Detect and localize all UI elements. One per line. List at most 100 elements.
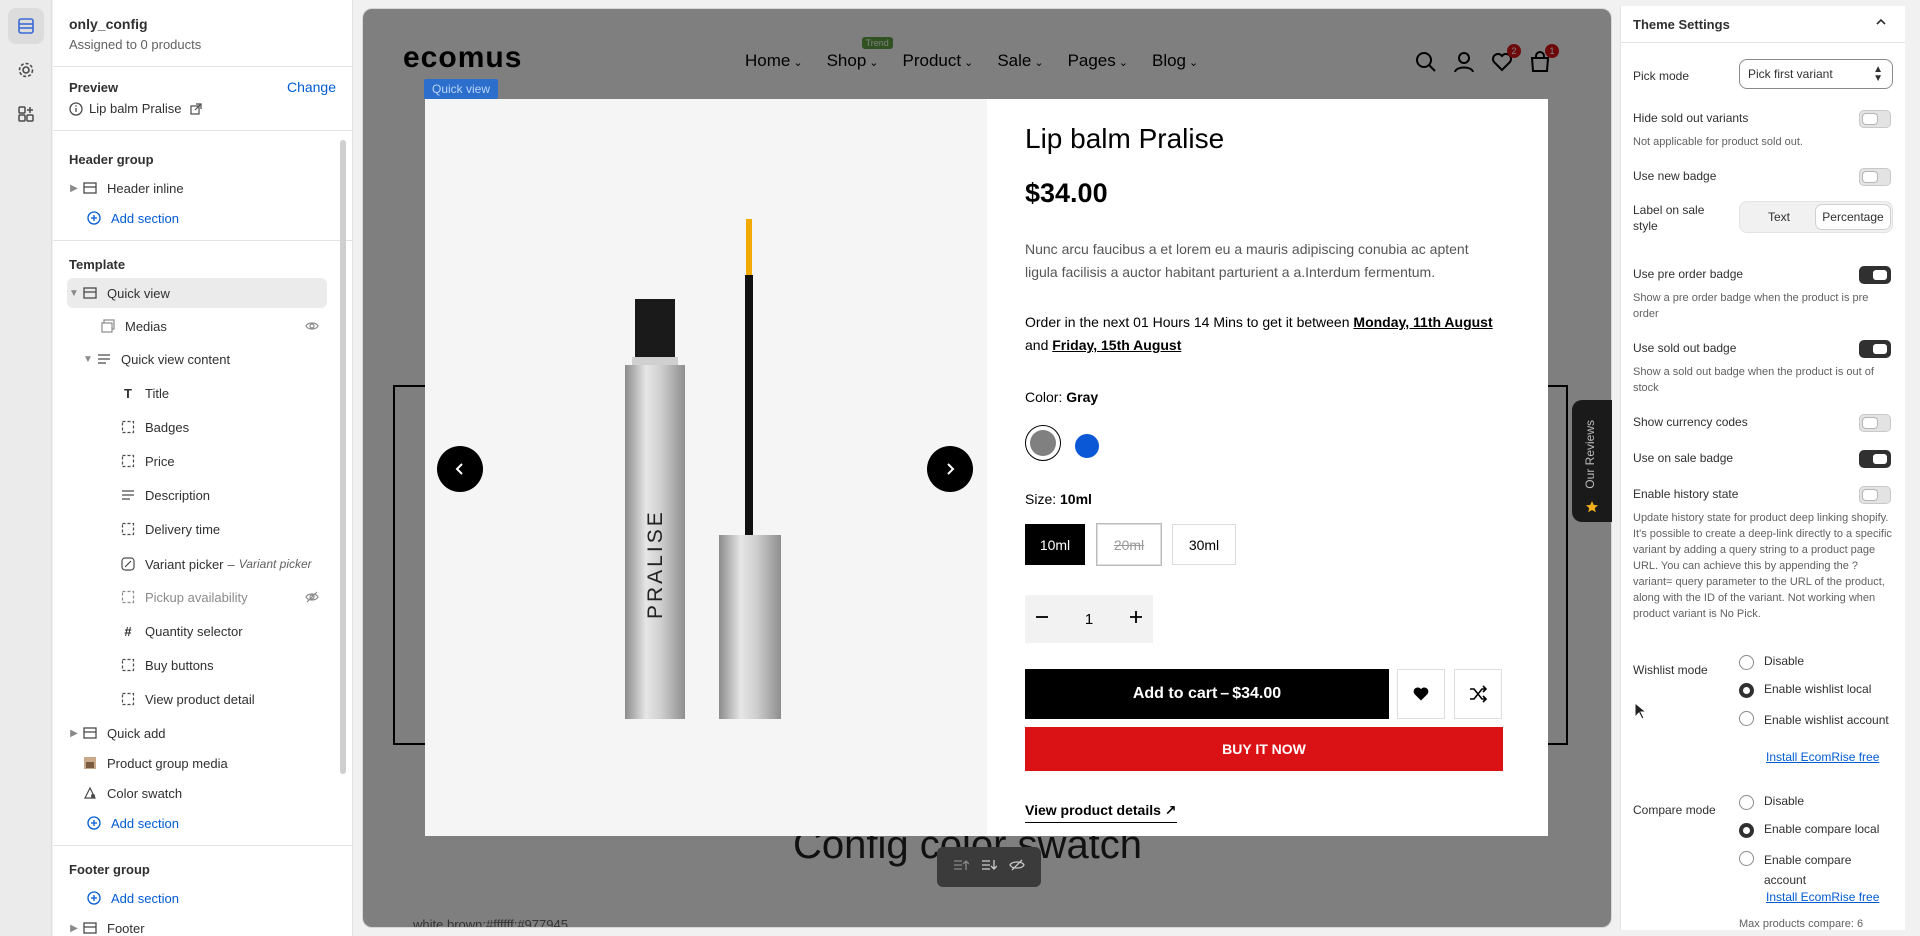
gear-icon[interactable] — [8, 52, 44, 88]
delivery-and: and — [1025, 337, 1049, 353]
block-badges[interactable]: Badges — [119, 412, 327, 442]
scrollbar[interactable] — [340, 140, 346, 774]
block-label: Medias — [125, 318, 167, 334]
chevron-up-icon[interactable] — [1875, 16, 1887, 28]
external-link-icon[interactable] — [189, 102, 202, 115]
preview-label: Preview — [69, 80, 119, 95]
seg-text-option[interactable]: Text — [1744, 205, 1814, 229]
radio-dot — [1739, 851, 1754, 866]
block-variant-picker[interactable]: Variant picker – Variant picker — [119, 549, 327, 579]
wishlist-local-radio[interactable]: Enable wishlist local — [1739, 682, 1871, 698]
plus-circle-icon — [85, 211, 103, 225]
block-quantity-selector[interactable]: # Quantity selector — [119, 616, 327, 646]
add-section-button[interactable]: Add section — [85, 808, 345, 838]
move-up-icon[interactable] — [953, 858, 970, 877]
size-option-20ml[interactable]: 20ml — [1096, 523, 1162, 566]
add-section-button[interactable]: Add section — [85, 203, 345, 233]
sections-panel: only_config Assigned to 0 products Previ… — [53, 0, 353, 936]
buy-now-button[interactable]: BUY IT NOW — [1025, 727, 1503, 771]
install-ecomrise-link[interactable]: Install EcomRise free — [1766, 750, 1879, 764]
info-icon — [69, 101, 83, 116]
radio-label: Disable — [1764, 794, 1805, 808]
size-option-30ml[interactable]: 30ml — [1172, 524, 1236, 565]
store-preview: ecomus Home⌄ TrendShop⌄ Product⌄ Sale⌄ P… — [362, 8, 1612, 928]
section-quick-view[interactable]: ▼ Quick view — [67, 278, 327, 308]
eye-off-icon[interactable] — [1009, 858, 1025, 877]
compare-account-radio[interactable]: Enable compare account — [1739, 850, 1889, 890]
block-price[interactable]: Price — [119, 446, 327, 476]
swatch-blue[interactable] — [1075, 434, 1099, 458]
section-label: Quick add — [107, 725, 166, 741]
size-option-10ml[interactable]: 10ml — [1025, 524, 1085, 565]
dashed-box-icon — [119, 522, 137, 536]
add-section-button[interactable]: Add section — [85, 883, 345, 913]
sections-icon[interactable] — [8, 8, 44, 44]
compare-disable-radio[interactable]: Disable — [1739, 794, 1804, 810]
section-color-swatch[interactable]: Color swatch — [81, 778, 327, 808]
quick-view-section-tag[interactable]: Quick view — [424, 79, 499, 99]
block-description[interactable]: Description — [119, 480, 327, 510]
separator: – — [1220, 685, 1230, 702]
swatch-gray[interactable] — [1025, 425, 1061, 461]
section-header-inline[interactable]: ▶ Header inline — [67, 173, 327, 203]
change-preview-link[interactable]: Change — [287, 79, 336, 95]
compare-local-radio[interactable]: Enable compare local — [1739, 822, 1879, 838]
wishlist-button[interactable] — [1397, 669, 1445, 719]
radio-dot — [1739, 795, 1754, 810]
template-name: only_config — [69, 16, 148, 32]
swatch-color — [1030, 430, 1056, 456]
add-to-cart-price: $34.00 — [1232, 685, 1282, 702]
color-value: Gray — [1066, 389, 1099, 405]
install-ecomrise-link[interactable]: Install EcomRise free — [1766, 890, 1879, 904]
apps-icon[interactable] — [8, 96, 44, 132]
pre-order-toggle[interactable] — [1859, 266, 1891, 284]
preview-product[interactable]: Lip balm Pralise — [69, 101, 202, 116]
text-block-icon — [95, 352, 113, 366]
block-view-product-detail[interactable]: View product detail — [119, 684, 327, 714]
pre-order-label: Use pre order badge — [1633, 267, 1744, 281]
use-new-badge-toggle[interactable] — [1859, 168, 1891, 186]
reviews-tab[interactable]: Our Reviews — [1572, 400, 1612, 522]
sold-out-badge-toggle[interactable] — [1859, 340, 1891, 358]
hide-sold-out-toggle[interactable] — [1859, 110, 1891, 128]
minus-icon[interactable] — [1035, 610, 1049, 628]
next-image-button[interactable] — [927, 446, 973, 492]
pick-mode-select[interactable]: Pick first variant ▲ ▼ — [1739, 59, 1893, 89]
history-state-toggle[interactable] — [1859, 486, 1891, 504]
block-delivery-time[interactable]: Delivery time — [119, 514, 327, 544]
add-to-cart-button[interactable]: Add to cart – $34.00 — [1025, 669, 1389, 719]
add-section-label: Add section — [111, 815, 179, 831]
block-pickup-availability[interactable]: Pickup availability — [119, 582, 327, 612]
wishlist-account-radio[interactable]: Enable wishlist account — [1739, 710, 1889, 730]
theme-settings-title: Theme Settings — [1633, 17, 1730, 32]
block-quick-view-content[interactable]: ▼ Quick view content — [81, 344, 327, 374]
chevron-right-icon[interactable]: ▶ — [67, 728, 81, 739]
eye-off-icon[interactable] — [305, 590, 319, 607]
block-title[interactable]: T Title — [119, 378, 327, 408]
section-quick-add[interactable]: ▶ Quick add — [67, 718, 327, 748]
eye-icon[interactable] — [305, 319, 319, 336]
section-footer[interactable]: ▶ Footer — [67, 913, 327, 936]
currency-codes-toggle[interactable] — [1859, 414, 1891, 432]
section-product-group-media[interactable]: Product group media — [81, 748, 327, 778]
chevron-down-icon[interactable]: ▼ — [81, 354, 95, 365]
block-label: Description — [145, 487, 211, 503]
wishlist-disable-radio[interactable]: Disable — [1739, 654, 1804, 670]
compare-button[interactable] — [1454, 669, 1502, 719]
scrollbar[interactable] — [1908, 6, 1914, 930]
prev-image-button[interactable] — [437, 446, 483, 492]
on-sale-badge-toggle[interactable] — [1859, 450, 1891, 468]
quantity-value[interactable]: 1 — [1085, 611, 1093, 628]
block-buy-buttons[interactable]: Buy buttons — [119, 650, 327, 680]
chevron-right-icon[interactable]: ▶ — [67, 183, 81, 194]
move-down-icon[interactable] — [981, 858, 998, 877]
delivery-date-end: Friday, 15th August — [1052, 337, 1182, 353]
label-sale-style-segmented: Text Percentage — [1739, 201, 1893, 233]
chevron-down-icon[interactable]: ▼ — [67, 288, 81, 299]
block-medias[interactable]: Medias — [99, 311, 327, 341]
seg-percentage-option[interactable]: Percentage — [1816, 205, 1890, 229]
view-product-details-link[interactable]: View product details ↗ — [1025, 802, 1177, 823]
variant-icon — [119, 557, 137, 571]
plus-icon[interactable] — [1129, 610, 1143, 628]
chevron-right-icon[interactable]: ▶ — [67, 923, 81, 934]
